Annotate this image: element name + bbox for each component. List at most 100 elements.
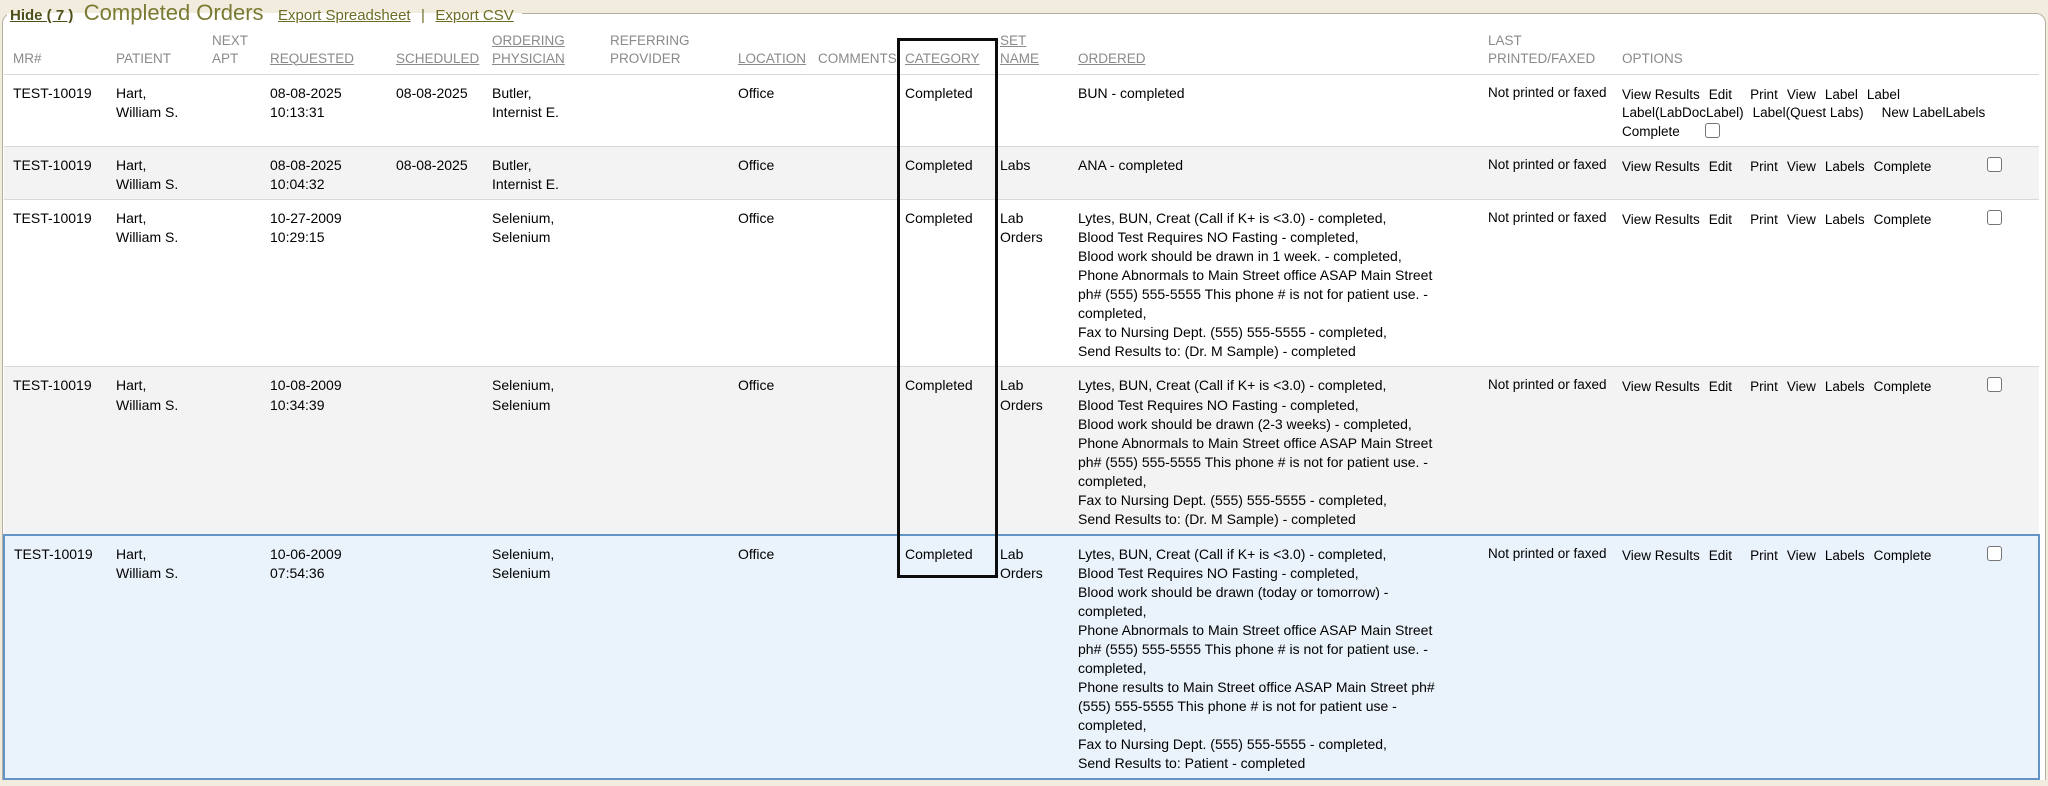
column-header-set-name[interactable]: SETNAME — [994, 28, 1072, 75]
order-row[interactable]: TEST-10019Hart,William S. 08-08-202510:04… — [4, 147, 2039, 200]
options-cell: View Results Edit Print View Labels Complete — [1616, 367, 1981, 535]
patient-cell: Hart,William S. — [110, 147, 206, 200]
option-view-results[interactable]: View Results — [1622, 548, 1700, 563]
next-apt-cell — [206, 75, 264, 147]
option-new-labellabels[interactable]: New LabelLabels — [1882, 105, 1986, 120]
option-view-results[interactable]: View Results — [1622, 87, 1700, 102]
referring-provider-cell — [604, 75, 732, 147]
option-label[interactable]: Label — [1867, 87, 1900, 102]
complete-checkbox[interactable] — [1705, 123, 1720, 138]
ordered-item: Blood work should be drawn (2-3 weeks) -… — [1078, 415, 1458, 434]
order-row[interactable]: TEST-10019Hart,William S.10-27-200910:29… — [4, 200, 2039, 367]
option-view-results[interactable]: View Results — [1622, 212, 1700, 227]
option-complete[interactable]: Complete — [1874, 548, 1932, 563]
option-label[interactable]: Label — [1825, 87, 1858, 102]
column-header-comments: COMMENTS — [812, 28, 899, 75]
ordered-item: Lytes, BUN, Creat (Call if K+ is <3.0) -… — [1078, 209, 1458, 228]
option-complete[interactable]: Complete — [1874, 212, 1932, 227]
option-view[interactable]: View — [1787, 548, 1816, 563]
option-view-results[interactable]: View Results — [1622, 379, 1700, 394]
checkbox-cell — [1981, 535, 2039, 779]
export-csv-link[interactable]: Export CSV — [435, 7, 513, 24]
option-labels[interactable]: Labels — [1825, 212, 1865, 227]
column-header-category[interactable]: CATEGORY — [899, 28, 994, 75]
complete-checkbox[interactable] — [1987, 377, 2002, 392]
ordered-item: Lytes, BUN, Creat (Call if K+ is <3.0) -… — [1078, 376, 1458, 395]
option-print[interactable]: Print — [1750, 379, 1778, 394]
column-header-scheduled[interactable]: SCHEDULED — [390, 28, 486, 75]
option-print[interactable]: Print — [1750, 159, 1778, 174]
column-header-location[interactable]: LOCATION — [732, 28, 812, 75]
mr-cell: TEST-10019 — [4, 147, 110, 200]
option-view[interactable]: View — [1787, 379, 1816, 394]
option-view[interactable]: View — [1787, 212, 1816, 227]
option-print[interactable]: Print — [1750, 548, 1778, 563]
last-printed-faxed-cell: Not printed or faxed — [1482, 147, 1616, 200]
ordered-item: Blood Test Requires NO Fasting - complet… — [1078, 228, 1458, 247]
option-view-results[interactable]: View Results — [1622, 159, 1700, 174]
export-spreadsheet-link[interactable]: Export Spreadsheet — [278, 7, 411, 24]
option-view[interactable]: View — [1787, 87, 1816, 102]
column-header-referring-provider: REFERRINGPROVIDER — [604, 28, 732, 75]
option-edit[interactable]: Edit — [1709, 159, 1732, 174]
patient-cell: Hart,William S. — [110, 75, 206, 147]
category-cell: Completed — [899, 147, 994, 200]
complete-checkbox[interactable] — [1987, 546, 2002, 561]
completed-orders-table: MR#PATIENTNEXTAPTREQUESTEDSCHEDULEDORDER… — [3, 28, 2040, 780]
options-line: Complete — [1622, 123, 2033, 141]
comments-cell — [812, 200, 899, 367]
requested-cell: 08-08-202510:04:32 — [264, 147, 390, 200]
scheduled-cell — [390, 367, 486, 535]
column-header-requested[interactable]: REQUESTED — [264, 28, 390, 75]
comments-cell — [812, 367, 899, 535]
category-cell: Completed — [899, 367, 994, 535]
ordered-item: Blood work should be drawn (today or tom… — [1078, 583, 1458, 621]
location-cell: Office — [732, 200, 812, 367]
ordering-physician-cell: Selenium,Selenium — [486, 200, 604, 367]
option-label-quest-labs[interactable]: Label(Quest Labs) — [1753, 105, 1864, 120]
option-edit[interactable]: Edit — [1709, 212, 1732, 227]
option-labels[interactable]: Labels — [1825, 379, 1865, 394]
column-header-mr: MR# — [4, 28, 110, 75]
completed-orders-panel: Hide ( 7 ) Completed Orders Export Sprea… — [2, 0, 2046, 780]
order-row[interactable]: TEST-10019Hart,William S.10-06-200907:54… — [4, 535, 2039, 779]
referring-provider-cell — [604, 200, 732, 367]
column-header-ordered[interactable]: ORDERED — [1072, 28, 1482, 75]
option-labels[interactable]: Labels — [1825, 548, 1865, 563]
option-print[interactable]: Print — [1750, 212, 1778, 227]
hide-link[interactable]: Hide ( 7 ) — [10, 7, 73, 24]
last-printed-faxed-cell: Not printed or faxed — [1482, 535, 1616, 779]
option-edit[interactable]: Edit — [1709, 379, 1732, 394]
mr-cell: TEST-10019 — [4, 200, 110, 367]
option-print[interactable]: Print — [1750, 87, 1778, 102]
ordered-item: Phone Abnormals to Main Street office AS… — [1078, 434, 1458, 491]
set-name-cell: LabOrders — [994, 535, 1072, 779]
checkbox-cell — [1981, 147, 2039, 200]
ordered-item: Fax to Nursing Dept. (555) 555-5555 - co… — [1078, 735, 1458, 754]
option-label-labdoclabel[interactable]: Label(LabDocLabel) — [1622, 105, 1744, 120]
scheduled-cell — [390, 200, 486, 367]
ordered-cell: BUN - completed — [1072, 75, 1482, 147]
column-header-ordering-physician[interactable]: ORDERINGPHYSICIAN — [486, 28, 604, 75]
options-cell: View Results Edit Print View Labels Complete — [1616, 535, 1981, 779]
option-edit[interactable]: Edit — [1709, 548, 1732, 563]
ordered-item: Phone Abnormals to Main Street office AS… — [1078, 621, 1458, 678]
option-labels[interactable]: Labels — [1825, 159, 1865, 174]
comments-cell — [812, 147, 899, 200]
option-view[interactable]: View — [1787, 159, 1816, 174]
patient-cell: Hart,William S. — [110, 367, 206, 535]
option-complete[interactable]: Complete — [1874, 159, 1932, 174]
options-cell: View ResultsEditPrintViewLabelLabelLabel… — [1616, 75, 2039, 147]
complete-checkbox[interactable] — [1987, 210, 2002, 225]
order-row[interactable]: TEST-10019Hart,William S.10-08-200910:34… — [4, 367, 2039, 535]
complete-checkbox[interactable] — [1987, 157, 2002, 172]
mr-cell: TEST-10019 — [4, 75, 110, 147]
category-cell: Completed — [899, 535, 994, 779]
option-edit[interactable]: Edit — [1709, 87, 1732, 102]
option-complete[interactable]: Complete — [1622, 124, 1680, 139]
option-complete[interactable]: Complete — [1874, 379, 1932, 394]
checkbox-cell — [1981, 200, 2039, 367]
last-printed-faxed-cell: Not printed or faxed — [1482, 367, 1616, 535]
ordered-item: Phone results to Main Street office ASAP… — [1078, 678, 1458, 735]
order-row[interactable]: TEST-10019Hart,William S.08-08-202510:13… — [4, 75, 2039, 147]
